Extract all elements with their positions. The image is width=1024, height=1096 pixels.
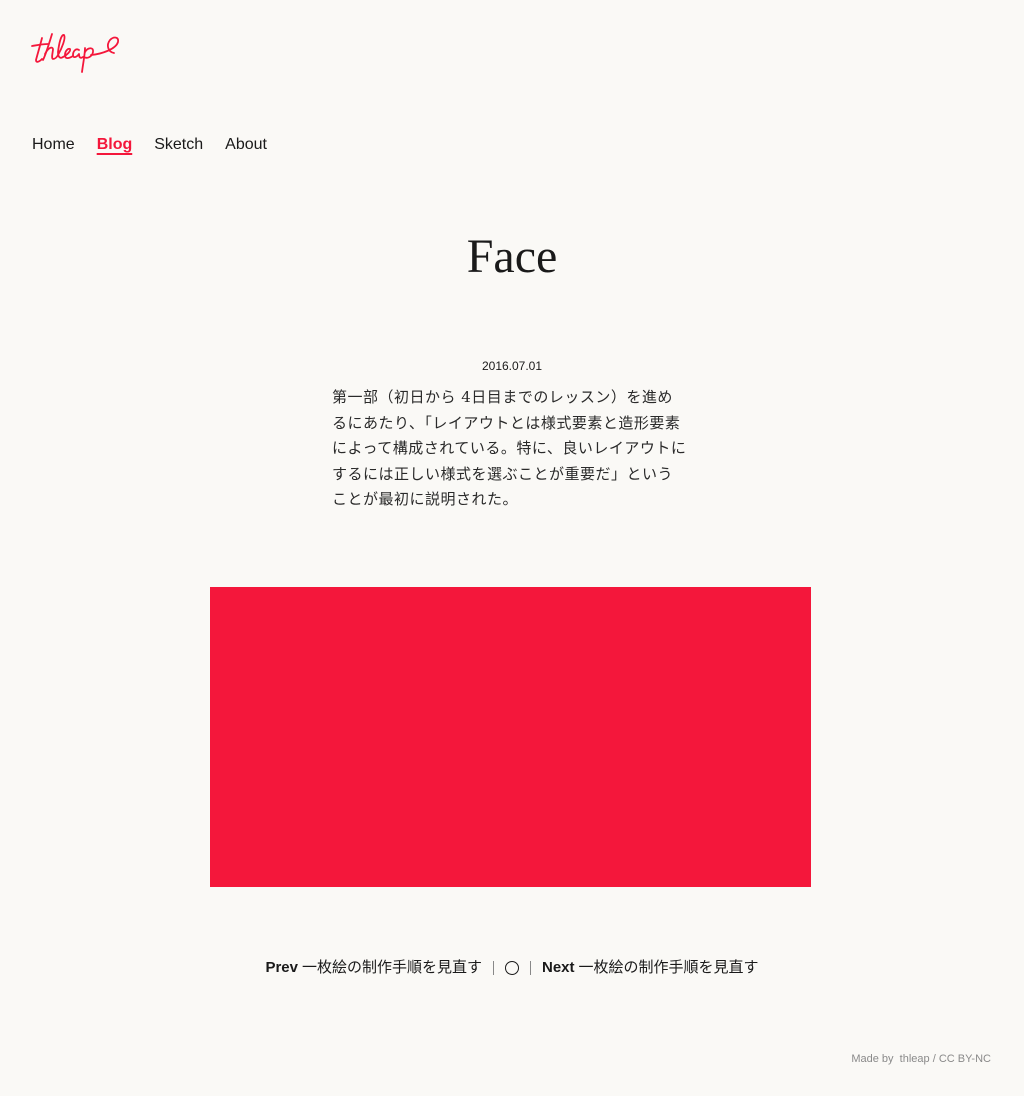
site-logo[interactable] xyxy=(30,30,124,76)
post-pager: Prev 一枚絵の制作手順を見直す Next 一枚絵の制作手順を見直す xyxy=(0,957,1024,979)
thleap-logo-icon xyxy=(31,33,120,73)
pager-divider xyxy=(530,961,531,975)
next-post-link[interactable]: Next 一枚絵の制作手順を見直す xyxy=(542,957,759,979)
post-excerpt: 第一部（初日から 4日目までのレッスン）を進めるにあたり、「レイアウトとは様式要… xyxy=(332,388,687,508)
nav-item-blog[interactable]: Blog xyxy=(97,134,133,156)
nav-item-about[interactable]: About xyxy=(225,134,267,156)
circle-icon[interactable] xyxy=(505,961,519,975)
next-post-title: 一枚絵の制作手順を見直す xyxy=(578,959,759,976)
author-link[interactable]: thleap xyxy=(900,1053,930,1065)
prev-label: Prev xyxy=(265,959,298,976)
prev-post-title: 一枚絵の制作手順を見直す xyxy=(301,959,482,976)
main-nav: Home Blog Sketch About xyxy=(32,134,267,156)
license-link[interactable]: CC BY-NC xyxy=(939,1053,991,1065)
made-by-label: Made by xyxy=(851,1053,894,1065)
post-date: 2016.07.01 xyxy=(481,359,543,373)
post-title: Face xyxy=(466,230,558,283)
pager-divider xyxy=(493,961,494,975)
nav-item-home[interactable]: Home xyxy=(32,134,75,156)
prev-post-link[interactable]: Prev 一枚絵の制作手順を見直す xyxy=(265,957,482,979)
post-hero-image[interactable] xyxy=(210,587,811,887)
footer-separator: / xyxy=(932,1053,936,1065)
next-label: Next xyxy=(542,959,575,976)
nav-item-sketch[interactable]: Sketch xyxy=(154,134,203,156)
site-footer: Made by thleap / CC BY-NC xyxy=(851,1052,991,1066)
